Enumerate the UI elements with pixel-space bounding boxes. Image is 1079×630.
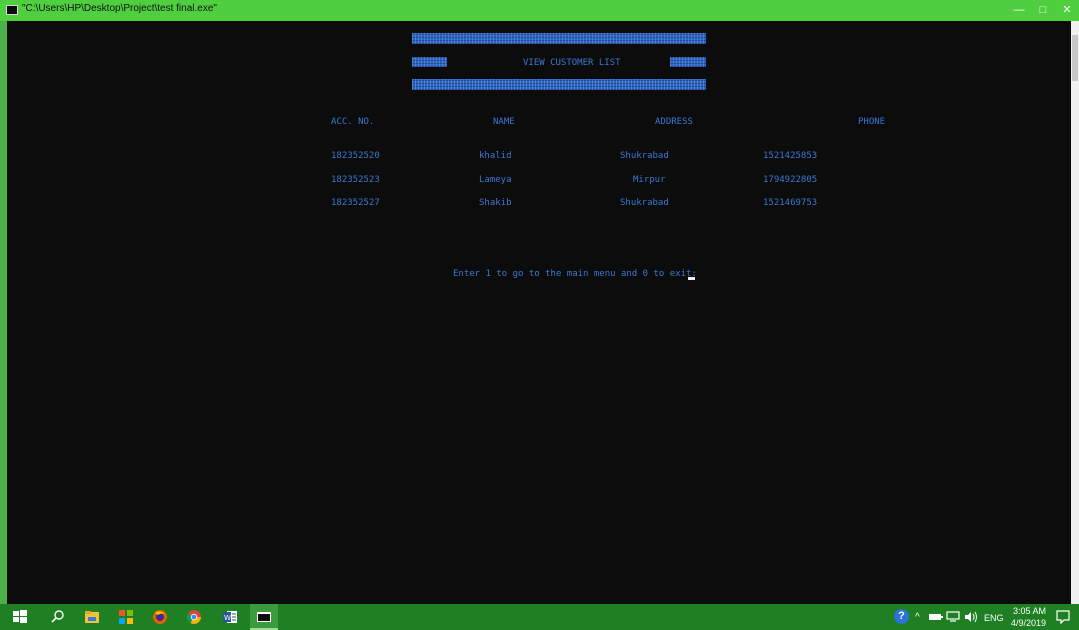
taskbar: W ? ^ ENG 3:05 AM 4/9/2019 (0, 604, 1079, 630)
header-right-block (670, 57, 706, 67)
column-header-address: ADDRESS (655, 117, 693, 127)
console-window-icon[interactable] (6, 5, 18, 15)
cell-acc-no: 182352523 (331, 175, 380, 185)
console-scrollbar[interactable] (1071, 21, 1079, 604)
cell-phone: 1521469753 (763, 198, 818, 208)
window-title-bar[interactable]: "C:\Users\HP\Desktop\Project\test final.… (0, 0, 1079, 21)
file-explorer-icon[interactable] (84, 609, 100, 625)
store-icon[interactable] (118, 609, 134, 625)
text-cursor[interactable] (688, 277, 695, 280)
svg-text:W: W (224, 614, 231, 622)
clock-time[interactable]: 3:05 AM (1013, 606, 1046, 616)
scrollbar-thumb[interactable] (1072, 35, 1078, 81)
battery-icon[interactable] (929, 612, 943, 622)
cell-address: Mirpur (633, 175, 666, 185)
search-icon[interactable] (50, 609, 66, 625)
exit-prompt: Enter 1 to go to the main menu and 0 to … (453, 269, 697, 279)
volume-icon[interactable] (964, 611, 978, 623)
console-output[interactable]: VIEW CUSTOMER LIST ACC. NO. NAME ADDRESS… (7, 21, 1071, 604)
cell-name: khalid (479, 151, 512, 161)
header-bottom-bar (412, 79, 706, 90)
cell-name: Shakib (479, 198, 512, 208)
notification-icon[interactable] (1056, 610, 1070, 624)
start-icon[interactable] (12, 609, 28, 625)
close-button[interactable]: ✕ (1050, 0, 1079, 21)
taskbar-item-console[interactable] (250, 604, 278, 630)
column-header-acc-no: ACC. NO. (331, 117, 375, 127)
column-header-name: NAME (493, 117, 515, 127)
console-app-icon (257, 612, 271, 622)
column-header-phone: PHONE (858, 117, 886, 127)
cell-name: Lameya (479, 175, 512, 185)
chrome-icon[interactable] (186, 609, 202, 625)
cell-acc-no: 182352527 (331, 198, 380, 208)
help-icon[interactable]: ? (894, 609, 909, 624)
cell-address: Shukrabad (620, 198, 669, 208)
firefox-icon[interactable] (152, 609, 168, 625)
clock-date[interactable]: 4/9/2019 (1011, 618, 1046, 628)
cell-phone: 1794922805 (763, 175, 818, 185)
cell-acc-no: 182352520 (331, 151, 380, 161)
cell-phone: 1521425853 (763, 151, 818, 161)
window-title: "C:\Users\HP\Desktop\Project\test final.… (22, 3, 217, 14)
header-top-bar (412, 33, 706, 44)
network-icon[interactable] (946, 611, 960, 623)
word-icon[interactable]: W (222, 609, 238, 625)
header-left-block (412, 57, 447, 67)
language-indicator[interactable]: ENG (984, 613, 1004, 623)
cell-address: Shukrabad (620, 151, 669, 161)
tray-chevron-icon[interactable]: ^ (915, 612, 920, 623)
page-heading: VIEW CUSTOMER LIST (523, 58, 621, 68)
